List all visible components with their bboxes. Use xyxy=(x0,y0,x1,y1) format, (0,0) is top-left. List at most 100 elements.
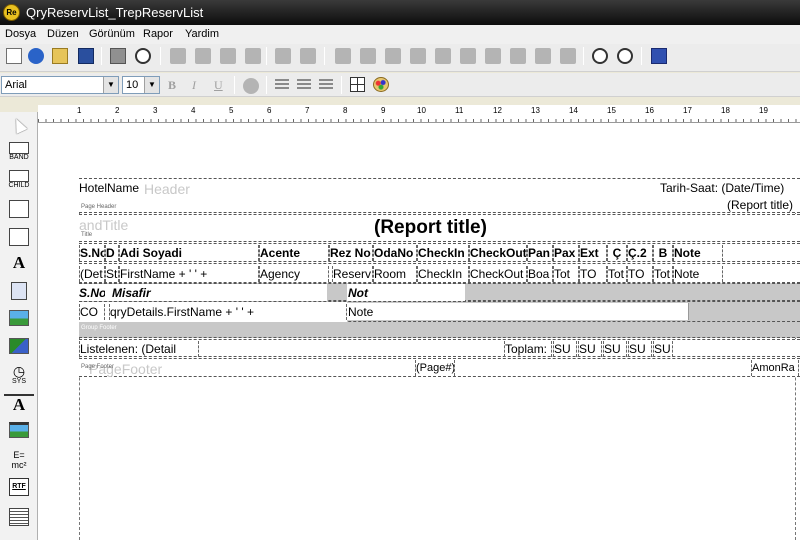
col-header-adi-soyadi[interactable]: Adi Soyadi xyxy=(119,245,259,261)
save-icon[interactable] xyxy=(78,48,94,64)
image-tool[interactable] xyxy=(4,310,34,326)
shape-tool[interactable] xyxy=(4,338,34,354)
text-align-left-icon[interactable] xyxy=(275,79,289,91)
text-align-center-icon[interactable] xyxy=(297,79,311,91)
align-right-edges-icon[interactable] xyxy=(385,48,401,64)
help-book-icon[interactable] xyxy=(651,48,667,64)
col-header-pan[interactable]: Pan xyxy=(527,245,553,261)
new-file-icon[interactable] xyxy=(6,48,22,64)
subdetail-firstname-field[interactable]: qryDetails.FirstName + ' ' + xyxy=(109,304,347,320)
space-horizontal-icon[interactable] xyxy=(485,48,501,64)
open-folder-icon[interactable] xyxy=(52,48,68,64)
frame-grid-icon[interactable] xyxy=(350,77,365,92)
detail-board-field[interactable]: Boa xyxy=(527,266,553,282)
detail-checkout-field[interactable]: CheckOut xyxy=(469,266,527,282)
subdetail-not-label[interactable]: Not xyxy=(348,285,388,301)
bring-front-icon[interactable] xyxy=(275,48,291,64)
subdetail-tool[interactable] xyxy=(4,200,34,218)
subdetail-co-field[interactable]: CO xyxy=(79,304,105,320)
print-icon[interactable] xyxy=(110,48,126,64)
menu-dosya[interactable]: Dosya xyxy=(5,28,36,40)
detail-sno-field[interactable]: (Det xyxy=(79,266,105,282)
band-tool[interactable]: BAND xyxy=(4,142,34,161)
rtf-tool[interactable]: RTF xyxy=(4,478,34,496)
align-left-edges-icon[interactable] xyxy=(335,48,351,64)
print-preview-icon[interactable] xyxy=(135,48,151,64)
group-band-tool[interactable] xyxy=(4,228,34,246)
detail-note-field[interactable]: Note xyxy=(673,266,723,282)
color-palette-icon[interactable] xyxy=(373,77,389,92)
align-tops-icon[interactable] xyxy=(410,48,426,64)
hotel-name-field[interactable]: HotelName xyxy=(79,180,143,196)
report-title-field[interactable]: (Report title) xyxy=(374,217,500,239)
report-design-canvas[interactable]: Header HotelName Tarih-Saat: (Date/Time)… xyxy=(38,123,800,540)
label-tool[interactable]: A xyxy=(4,254,34,272)
child-band-tool[interactable]: CHILD xyxy=(4,170,34,189)
sum-field-5[interactable]: SU xyxy=(653,341,673,357)
col-header-d[interactable]: D xyxy=(105,245,119,261)
title-band[interactable]: andTitle Title (Report title) xyxy=(79,214,800,242)
sum-field-2[interactable]: SU xyxy=(578,341,602,357)
amonra-field[interactable]: AmonRa xyxy=(751,360,799,376)
sum-field-3[interactable]: SU xyxy=(603,341,627,357)
sum-field-4[interactable]: SU xyxy=(628,341,652,357)
group-footer-band[interactable]: Group Footer xyxy=(79,322,800,338)
detail-reserv-field[interactable]: Reserv xyxy=(332,266,373,282)
space-vertical-icon[interactable] xyxy=(510,48,526,64)
detail-room-field[interactable]: Room xyxy=(373,266,417,282)
col-header-ext[interactable]: Ext xyxy=(579,245,607,261)
col-header-pax[interactable]: Pax xyxy=(553,245,579,261)
chevron-down-icon[interactable]: ▼ xyxy=(144,77,159,93)
subdetail-header-band[interactable]: S.No Misafir Not xyxy=(79,283,800,301)
expression-tool[interactable]: E= mc² xyxy=(4,450,34,470)
underline-button[interactable]: U xyxy=(214,78,223,93)
date-time-field[interactable]: Tarih-Saat: (Date/Time) xyxy=(660,180,798,196)
open-web-icon[interactable] xyxy=(28,48,44,64)
cut-icon[interactable] xyxy=(170,48,186,64)
col-header-c2[interactable]: Ç.2 xyxy=(627,245,653,261)
paste-icon[interactable] xyxy=(220,48,236,64)
detail-checkin-field[interactable]: CheckIn xyxy=(417,266,469,282)
menu-rapor[interactable]: Rapor xyxy=(143,28,173,40)
col-header-b[interactable]: B xyxy=(653,245,673,261)
detail-c2-to-field[interactable]: TO xyxy=(627,266,653,282)
font-size-combo[interactable]: 10 ▼ xyxy=(122,76,160,94)
col-header-odano[interactable]: OdaNo xyxy=(373,245,417,261)
sum-field-1[interactable]: SU xyxy=(553,341,577,357)
col-header-note[interactable]: Note xyxy=(673,245,723,261)
bold-button[interactable]: B xyxy=(168,78,176,93)
column-header-band[interactable]: S.No D Adi Soyadi Acente Rez No OdaNo Ch… xyxy=(79,243,800,262)
toplam-label[interactable]: Toplam: xyxy=(504,341,552,357)
copy-icon[interactable] xyxy=(195,48,211,64)
detail-c-total-field[interactable]: Tot xyxy=(607,266,627,282)
dbrtf-tool[interactable] xyxy=(4,508,34,526)
summary-band[interactable]: Listelenen: (Detail Toplam: SU SU SU SU … xyxy=(79,339,800,357)
col-header-rez-no[interactable]: Rez No xyxy=(329,245,373,261)
subdetail-band[interactable]: CO qryDetails.FirstName + ' ' + Note xyxy=(79,301,800,322)
pointer-tool[interactable] xyxy=(4,116,34,134)
subdetail-misafir-label[interactable]: Misafir xyxy=(112,285,192,301)
align-middles-icon[interactable] xyxy=(435,48,451,64)
sysdata-tool[interactable]: ◷ SYS xyxy=(4,364,34,385)
menu-yardim[interactable]: Yardim xyxy=(185,28,219,40)
col-header-checkin[interactable]: CheckIn xyxy=(417,245,469,261)
menu-duzen[interactable]: Düzen xyxy=(47,28,79,40)
report-title-small-field[interactable]: (Report title) xyxy=(727,197,799,213)
detail-b-total-field[interactable]: Tot xyxy=(653,266,673,282)
page-number-field[interactable]: (Page#) xyxy=(415,360,455,376)
detail-name-field[interactable]: FirstName + ' ' + xyxy=(119,266,259,282)
dbtext-tool[interactable]: A xyxy=(4,394,34,414)
text-align-right-icon[interactable] xyxy=(319,79,333,91)
memo-tool[interactable] xyxy=(4,282,34,300)
align-bottoms-icon[interactable] xyxy=(460,48,476,64)
page-header-band[interactable]: Header HotelName Tarih-Saat: (Date/Time)… xyxy=(79,178,800,213)
zoom-in-icon[interactable] xyxy=(592,48,608,64)
dbimage-tool[interactable] xyxy=(4,422,34,438)
detail-ext-to-field[interactable]: TO xyxy=(579,266,607,282)
detail-band[interactable]: (Det St FirstName + ' ' + Agency Reserv … xyxy=(79,263,800,283)
subdetail-note-field[interactable]: Note xyxy=(348,304,408,320)
align-centers-icon[interactable] xyxy=(360,48,376,64)
detail-pax-total-field[interactable]: Tot xyxy=(553,266,579,282)
same-height-icon[interactable] xyxy=(560,48,576,64)
col-header-acente[interactable]: Acente xyxy=(259,245,329,261)
